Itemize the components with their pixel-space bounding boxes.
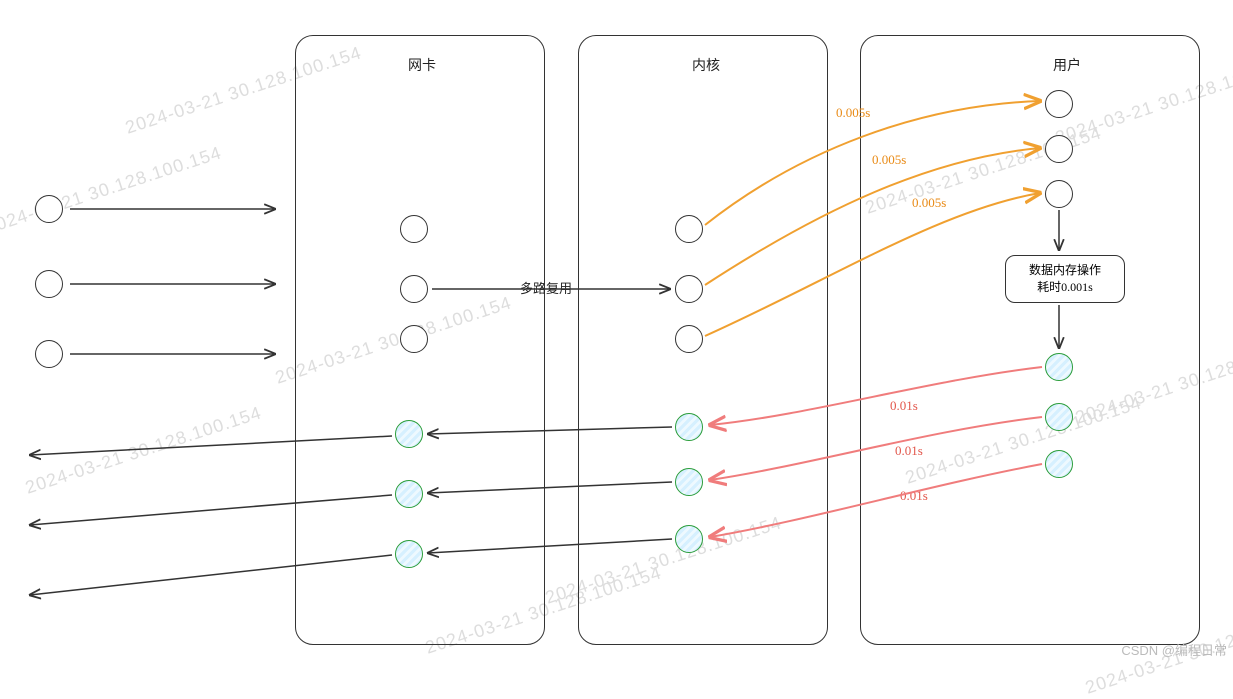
source-node-2	[35, 270, 63, 298]
op-box-line2: 耗时0.001s	[1014, 279, 1116, 296]
time-u2k-2: 0.01s	[895, 443, 923, 459]
nic-node-2	[400, 275, 428, 303]
kernel-green-2	[675, 468, 703, 496]
time-k2u-3: 0.005s	[912, 195, 946, 211]
column-title-nic: 网卡	[408, 55, 436, 75]
attribution: CSDN @编程日常	[1121, 640, 1227, 659]
kernel-node-3	[675, 325, 703, 353]
user-node-3	[1045, 180, 1073, 208]
kernel-green-1	[675, 413, 703, 441]
time-k2u-1: 0.005s	[836, 105, 870, 121]
user-green-1	[1045, 353, 1073, 381]
source-node-3	[35, 340, 63, 368]
source-node-1	[35, 195, 63, 223]
user-node-1	[1045, 90, 1073, 118]
nic-node-1	[400, 215, 428, 243]
user-node-2	[1045, 135, 1073, 163]
watermark: 2024-03-21 30.128.100.154	[0, 142, 224, 238]
column-user	[860, 35, 1200, 645]
user-green-2	[1045, 403, 1073, 431]
watermark: 2024-03-21 30.128.100.154	[23, 402, 265, 498]
multiplex-label: 多路复用	[520, 278, 572, 297]
kernel-node-2	[675, 275, 703, 303]
nic-green-1	[395, 420, 423, 448]
time-u2k-3: 0.01s	[900, 488, 928, 504]
time-k2u-2: 0.005s	[872, 152, 906, 168]
column-kernel	[578, 35, 828, 645]
memory-op-box: 数据内存操作 耗时0.001s	[1005, 255, 1125, 303]
kernel-green-3	[675, 525, 703, 553]
kernel-node-1	[675, 215, 703, 243]
op-box-line1: 数据内存操作	[1014, 262, 1116, 279]
nic-node-3	[400, 325, 428, 353]
column-title-kernel: 内核	[692, 55, 720, 75]
column-title-user: 用户	[1053, 55, 1081, 75]
nic-green-2	[395, 480, 423, 508]
nic-green-3	[395, 540, 423, 568]
time-u2k-1: 0.01s	[890, 398, 918, 414]
user-green-3	[1045, 450, 1073, 478]
